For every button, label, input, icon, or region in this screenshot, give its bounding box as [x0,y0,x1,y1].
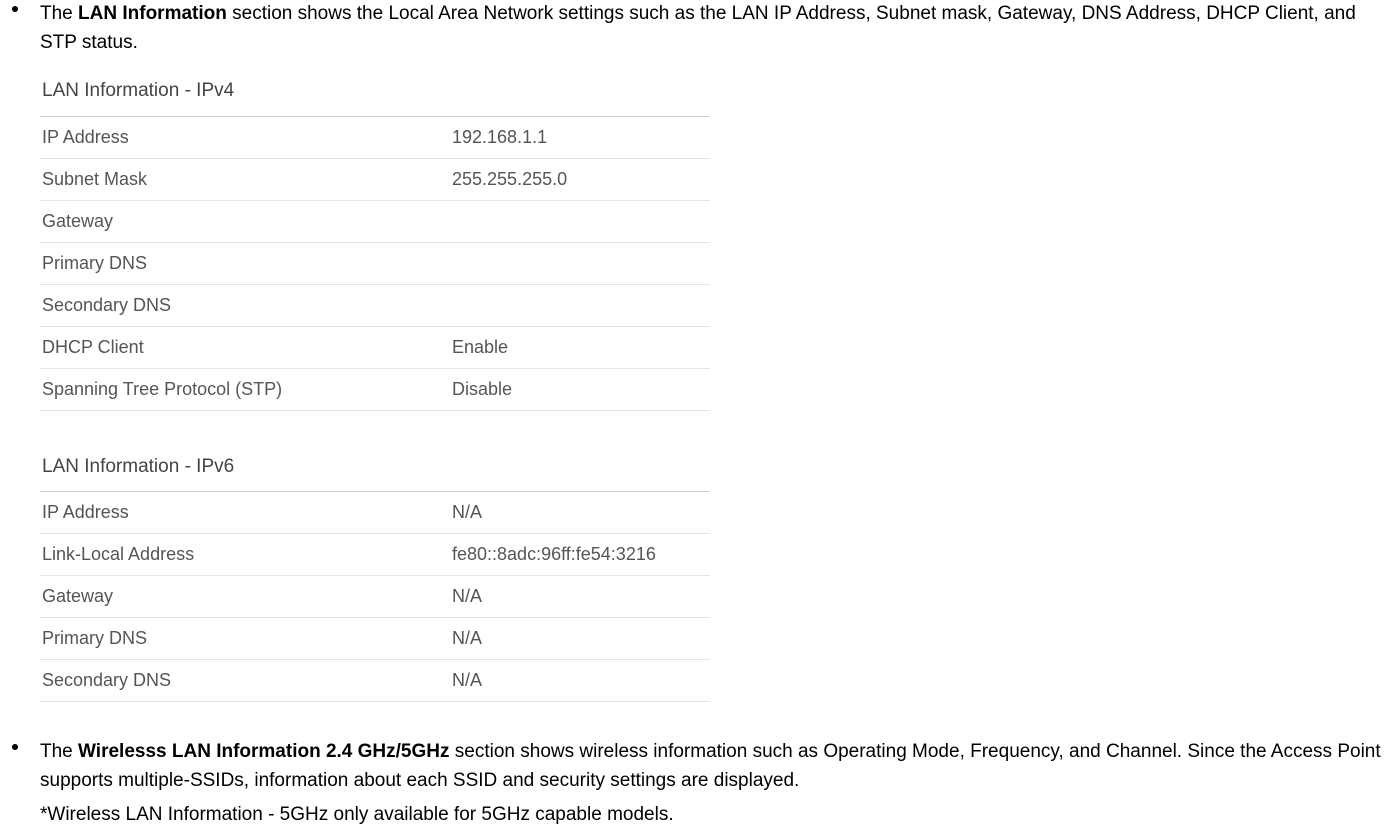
bullet1-pre: The [40,3,78,24]
table-row: DHCP ClientEnable [40,326,710,368]
ipv6-label: Link-Local Address [40,534,450,576]
table-row: Primary DNSN/A [40,618,710,660]
ipv6-value: N/A [450,618,710,660]
ipv4-label: Secondary DNS [40,284,450,326]
table-row: Secondary DNS [40,284,710,326]
table-row: Secondary DNSN/A [40,660,710,702]
bullet2-bold: Wirelesss LAN Information 2.4 GHz/5GHz [78,741,449,762]
bullet1-post: section shows the Local Area Network set… [40,3,1356,53]
ipv6-label: Primary DNS [40,618,450,660]
ipv4-value: 255.255.255.0 [450,158,710,200]
ipv6-label: Gateway [40,576,450,618]
bullet-dot-icon [12,744,18,750]
bullet-dot-icon [12,6,18,12]
table-row: GatewayN/A [40,576,710,618]
ipv4-value [450,284,710,326]
ipv4-label: Gateway [40,200,450,242]
bullet-wireless-info: The Wirelesss LAN Information 2.4 GHz/5G… [40,738,1384,830]
bullet1-bold: LAN Information [78,3,227,24]
table-row: Subnet Mask255.255.255.0 [40,158,710,200]
ipv4-heading: LAN Information - IPv4 [40,71,710,116]
ipv4-label: Primary DNS [40,242,450,284]
ipv4-label: Subnet Mask [40,158,450,200]
ipv6-value: fe80::8adc:96ff:fe54:3216 [450,534,710,576]
ipv6-heading: LAN Information - IPv6 [40,447,710,492]
ipv6-value: N/A [450,660,710,702]
table-row: Gateway [40,200,710,242]
ipv4-label: IP Address [40,116,450,158]
ipv6-value: N/A [450,576,710,618]
ipv4-value: 192.168.1.1 [450,116,710,158]
table-row: Spanning Tree Protocol (STP)Disable [40,368,710,410]
ipv4-value [450,200,710,242]
table-row: IP Address192.168.1.1 [40,116,710,158]
ipv4-label: DHCP Client [40,326,450,368]
lan-ipv6-table: LAN Information - IPv6 IP AddressN/A Lin… [40,447,710,703]
ipv4-label: Spanning Tree Protocol (STP) [40,368,450,410]
bullet2-pre: The [40,741,78,762]
table-row: IP AddressN/A [40,492,710,534]
table-row: Primary DNS [40,242,710,284]
ipv6-value: N/A [450,492,710,534]
ipv4-value: Disable [450,368,710,410]
tables-container: LAN Information - IPv4 IP Address192.168… [40,71,1384,702]
bullet-lan-info: The LAN Information section shows the Lo… [40,0,1384,57]
wireless-note: *Wireless LAN Information - 5GHz only av… [40,801,1384,830]
ipv6-label: IP Address [40,492,450,534]
lan-ipv4-table: LAN Information - IPv4 IP Address192.168… [40,71,710,411]
ipv4-value [450,242,710,284]
ipv6-label: Secondary DNS [40,660,450,702]
table-row: Link-Local Addressfe80::8adc:96ff:fe54:3… [40,534,710,576]
ipv4-value: Enable [450,326,710,368]
